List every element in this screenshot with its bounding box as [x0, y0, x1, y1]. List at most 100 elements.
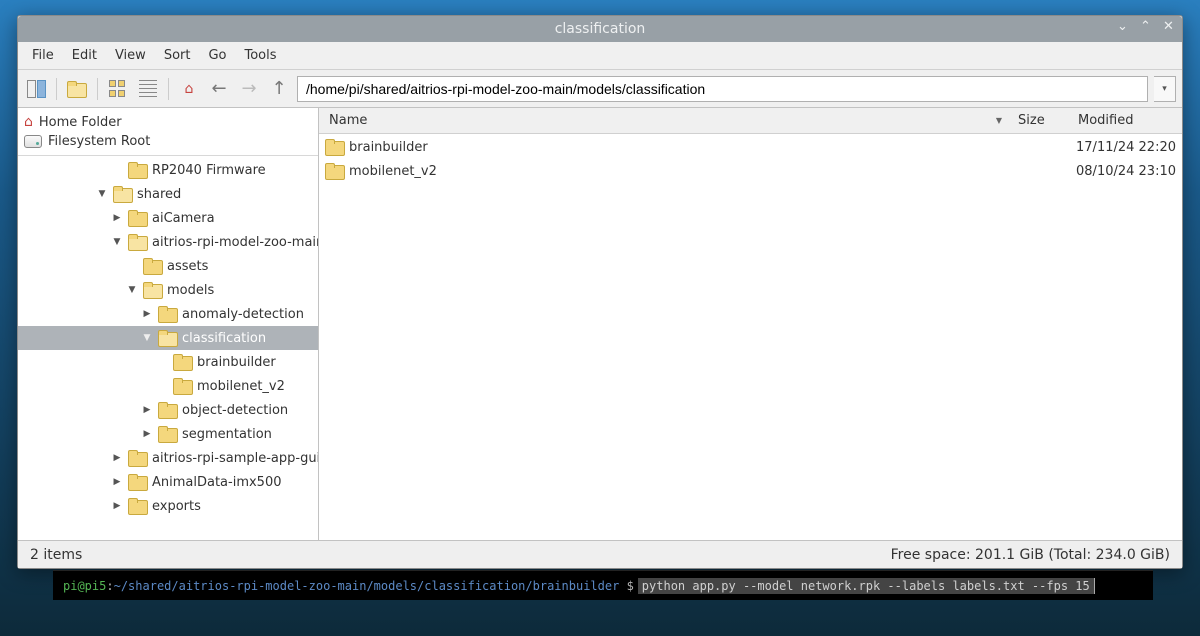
menu-go[interactable]: Go	[200, 45, 234, 66]
expander-icon[interactable]: ▶	[110, 213, 124, 223]
home-icon: ⌂	[185, 81, 194, 97]
folder-icon	[173, 354, 193, 370]
tree-item-label: aitrios-rpi-sample-app-gui-tool	[152, 451, 318, 466]
expander-icon[interactable]: ▼	[140, 333, 154, 343]
file-list[interactable]: brainbuilder 17/11/24 22:20 mobilenet_v2 08…	[319, 134, 1182, 540]
open-folder-button[interactable]	[65, 77, 89, 101]
tree-item-label: mobilenet_v2	[197, 379, 285, 394]
folder-icon	[113, 186, 133, 202]
tree-item-label: aitrios-rpi-model-zoo-main	[152, 235, 318, 250]
column-name[interactable]: Name ▼	[319, 113, 1012, 128]
places-panel: ⌂ Home Folder Filesystem Root	[18, 108, 318, 156]
close-button[interactable]: ✕	[1161, 19, 1176, 34]
expander-icon[interactable]: ▶	[110, 453, 124, 463]
tree-item-label: brainbuilder	[197, 355, 276, 370]
minimize-button[interactable]: ⌄	[1115, 19, 1130, 34]
tree-item-anomaly-detection[interactable]: ▶ anomaly-detection	[18, 302, 318, 326]
icon-view-button[interactable]	[106, 77, 130, 101]
directory-tree[interactable]: RP2040 Firmware ▼ shared ▶ aiCamera ▼ aitrios-…	[18, 156, 318, 540]
tree-item-label: models	[167, 283, 214, 298]
file-row[interactable]: mobilenet_v2 08/10/24 23:10	[319, 159, 1182, 183]
menu-edit[interactable]: Edit	[64, 45, 105, 66]
expander-icon[interactable]: ▼	[110, 237, 124, 247]
view-split-button[interactable]	[24, 77, 48, 101]
file-name: mobilenet_v2	[349, 164, 437, 179]
nav-up-button[interactable]: ↑	[267, 77, 291, 101]
tree-item-rp2040-firmware[interactable]: RP2040 Firmware	[18, 158, 318, 182]
statusbar-items: 2 items	[30, 547, 82, 563]
tree-item-segmentation[interactable]: ▶ segmentation	[18, 422, 318, 446]
home-icon: ⌂	[24, 114, 33, 130]
tree-item-shared[interactable]: ▼ shared	[18, 182, 318, 206]
place-filesystem[interactable]: Filesystem Root	[18, 132, 318, 151]
folder-icon	[158, 426, 178, 442]
list-view-button[interactable]	[136, 77, 160, 101]
tree-item-assets[interactable]: assets	[18, 254, 318, 278]
tree-item-aitrios-rpi-sample-app-gui-tool[interactable]: ▶ aitrios-rpi-sample-app-gui-tool	[18, 446, 318, 470]
file-modified: 17/11/24 22:20	[1072, 140, 1182, 155]
place-home[interactable]: ⌂ Home Folder	[18, 112, 318, 132]
place-home-label: Home Folder	[39, 115, 122, 130]
tree-item-animaldata-imx500[interactable]: ▶AnimalData-imx500	[18, 470, 318, 494]
tree-item-label: segmentation	[182, 427, 272, 442]
tree-item-classification[interactable]: ▼classification	[18, 326, 318, 350]
sort-indicator-icon: ▼	[996, 116, 1002, 125]
folder-icon	[128, 210, 148, 226]
tree-item-aitrios-rpi-model-zoo-main[interactable]: ▼ aitrios-rpi-model-zoo-main	[18, 230, 318, 254]
expander-icon[interactable]: ▶	[140, 309, 154, 319]
file-pane: Name ▼ Size Modified brainbuilder 17/11/2…	[319, 108, 1182, 540]
chevron-down-icon: ▾	[1162, 84, 1167, 94]
terminal-path: ~/shared/aitrios-rpi-model-zoo-main/mode…	[114, 579, 620, 593]
expander-icon[interactable]: ▼	[125, 285, 139, 295]
column-modified[interactable]: Modified	[1072, 113, 1182, 128]
path-dropdown-button[interactable]: ▾	[1154, 76, 1176, 102]
folder-icon	[325, 139, 345, 155]
tree-item-label: shared	[137, 187, 181, 202]
maximize-button[interactable]: ⌃	[1138, 19, 1153, 34]
column-headers: Name ▼ Size Modified	[319, 108, 1182, 134]
column-size[interactable]: Size	[1012, 113, 1072, 128]
terminal-user: pi@pi5	[63, 579, 106, 593]
file-modified: 08/10/24 23:10	[1072, 164, 1182, 179]
menu-tools[interactable]: Tools	[237, 45, 285, 66]
drive-icon	[24, 135, 42, 148]
tree-item-label: anomaly-detection	[182, 307, 304, 322]
titlebar[interactable]: classification ⌄ ⌃ ✕	[18, 16, 1182, 42]
expander-icon[interactable]: ▶	[110, 477, 124, 487]
nav-forward-button[interactable]: →	[237, 77, 261, 101]
menu-view[interactable]: View	[107, 45, 154, 66]
tree-item-object-detection[interactable]: ▶object-detection	[18, 398, 318, 422]
folder-icon	[128, 162, 148, 178]
statusbar: 2 items Free space: 201.1 GiB (Total: 23…	[18, 540, 1182, 568]
tree-item-label: assets	[167, 259, 208, 274]
terminal-command[interactable]: python app.py --model network.rpk --labe…	[638, 578, 1095, 594]
expander-icon[interactable]: ▶	[140, 405, 154, 415]
statusbar-space: Free space: 201.1 GiB (Total: 234.0 GiB)	[891, 547, 1170, 563]
nav-back-button[interactable]: ←	[207, 77, 231, 101]
folder-icon	[143, 258, 163, 274]
expander-icon[interactable]: ▼	[95, 189, 109, 199]
tree-item-label: aiCamera	[152, 211, 215, 226]
folder-icon	[158, 306, 178, 322]
folder-icon	[158, 402, 178, 418]
tree-item-aicamera[interactable]: ▶ aiCamera	[18, 206, 318, 230]
expander-icon[interactable]: ▶	[140, 429, 154, 439]
go-home-button[interactable]: ⌂	[177, 77, 201, 101]
tree-item-brainbuilder[interactable]: brainbuilder	[18, 350, 318, 374]
folder-icon	[143, 282, 163, 298]
folder-icon	[128, 498, 148, 514]
tree-item-exports[interactable]: ▶exports	[18, 494, 318, 518]
file-row[interactable]: brainbuilder 17/11/24 22:20	[319, 135, 1182, 159]
place-filesystem-label: Filesystem Root	[48, 134, 150, 149]
tree-item-mobilenet-v2[interactable]: mobilenet_v2	[18, 374, 318, 398]
path-input[interactable]	[297, 76, 1148, 102]
menu-file[interactable]: File	[24, 45, 62, 66]
tree-item-models[interactable]: ▼ models	[18, 278, 318, 302]
menu-sort[interactable]: Sort	[156, 45, 199, 66]
toolbar: ⌂ ← → ↑ ▾	[18, 70, 1182, 108]
menubar: File Edit View Sort Go Tools	[18, 42, 1182, 70]
folder-icon	[325, 163, 345, 179]
expander-icon[interactable]: ▶	[110, 501, 124, 511]
file-name: brainbuilder	[349, 140, 428, 155]
terminal[interactable]: pi@pi5 : ~/shared/aitrios-rpi-model-zoo-…	[53, 570, 1153, 600]
